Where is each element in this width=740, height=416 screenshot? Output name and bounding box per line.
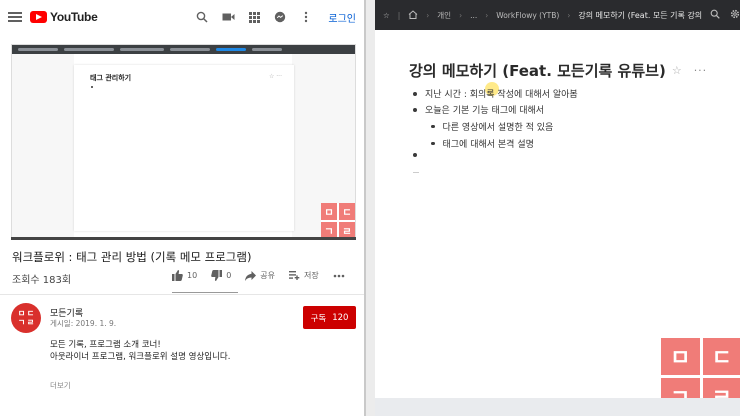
youtube-logo[interactable]: YouTube <box>30 10 98 24</box>
show-more-button[interactable]: 더보기 <box>50 380 71 391</box>
thumbs-down-icon <box>211 270 223 281</box>
taskbar-strip <box>375 398 740 416</box>
thumbs-up-icon <box>172 270 183 281</box>
save-button[interactable]: 저장 <box>289 270 319 281</box>
page-title[interactable]: 강의 메모하기 (Feat. 모든기록 유튜브) ☆ ··· <box>409 60 707 81</box>
publish-date: 게시일: 2019. 1. 9. <box>50 319 117 328</box>
description-line: 모든 기록, 프로그램 소개 코너! <box>50 340 161 350</box>
view-count: 조회수 183회 <box>12 275 72 286</box>
camera-icon[interactable] <box>220 9 236 25</box>
add-to-playlist-icon <box>289 271 300 280</box>
more-options-icon[interactable]: ··· <box>694 64 708 77</box>
login-button[interactable]: 로그인 <box>328 10 356 25</box>
video-progress-bar[interactable] <box>11 237 356 240</box>
player-watermark: ㅁ ㄷ ㄱ ㄹ <box>321 203 355 239</box>
share-icon <box>245 270 257 281</box>
dislike-count: 0 <box>226 271 232 280</box>
youtube-panel: YouTube 로그인 태그 관리하기 ☆ ··· ㅁ ㄷ ㄱ ㄹ 워크플로위 … <box>0 0 364 416</box>
youtube-play-icon <box>30 11 47 23</box>
bullet-icon[interactable] <box>413 91 417 96</box>
player-inner-title: 태그 관리하기 <box>90 74 132 82</box>
workflowy-topbar: ☆ | › 개인 › ... › WorkFlowy (YTB) › 강의 메모… <box>375 0 740 30</box>
like-ratio-bar <box>172 292 238 293</box>
search-icon[interactable] <box>194 9 210 25</box>
star-icon[interactable]: ☆ <box>672 64 682 77</box>
list-item-text[interactable]: 다른 영상에서 설명한 적 있음 <box>443 120 554 133</box>
bullet-icon[interactable] <box>431 124 435 129</box>
menu-icon[interactable] <box>8 12 22 22</box>
youtube-logo-text: YouTube <box>50 10 98 24</box>
bullet-icon[interactable] <box>431 141 435 146</box>
player-star-icon: ☆ ··· <box>268 73 282 80</box>
home-icon[interactable] <box>408 9 418 21</box>
channel-avatar[interactable]: ㅁ ㄷ ㄱ ㄹ <box>11 303 41 333</box>
list-item[interactable]: 오늘은 기본 기능 태그에 대해서 <box>413 103 544 116</box>
breadcrumb-current: 강의 메모하기 (Feat. 모든 기록 강의 <box>578 10 703 20</box>
breadcrumb-personal[interactable]: 개인 <box>437 10 451 21</box>
subscribe-label: 구독 <box>310 313 327 324</box>
list-item[interactable]: 지난 시간 : 회의록 작성에 대해서 알아봄 <box>413 87 578 100</box>
star-icon[interactable]: ☆ <box>383 11 390 20</box>
workflowy-panel: ☆ | › 개인 › ... › WorkFlowy (YTB) › 강의 메모… <box>375 0 740 416</box>
player-bullet <box>91 86 93 88</box>
search-icon[interactable] <box>710 9 720 21</box>
like-count: 10 <box>187 271 198 280</box>
empty-line <box>413 172 419 173</box>
list-item-text[interactable]: 지난 시간 : 회의록 작성에 대해서 알아봄 <box>425 87 578 100</box>
save-label: 저장 <box>304 271 319 280</box>
window-divider[interactable] <box>364 0 366 416</box>
dislike-button[interactable]: 0 <box>211 270 231 281</box>
divider <box>0 294 364 295</box>
share-label: 공유 <box>260 271 276 280</box>
bullet-icon[interactable] <box>413 107 417 112</box>
video-title: 워크플로위 : 태그 관리 방법 (기록 메모 프로그램) <box>12 250 252 264</box>
list-item[interactable]: 다른 영상에서 설명한 적 있음 <box>431 120 553 133</box>
player-content: 태그 관리하기 ☆ ··· <box>74 65 294 231</box>
screen: YouTube 로그인 태그 관리하기 ☆ ··· ㅁ ㄷ ㄱ ㄹ 워크플로위 … <box>0 0 740 416</box>
video-player[interactable]: 태그 관리하기 ☆ ··· ㅁ ㄷ ㄱ ㄹ <box>11 44 356 240</box>
subscribe-button[interactable]: 구독 120 <box>303 306 356 329</box>
apps-icon[interactable] <box>246 9 262 25</box>
breadcrumb-ellipsis[interactable]: ... <box>470 11 477 20</box>
page-title-text[interactable]: 강의 메모하기 (Feat. 모든기록 유튜브) <box>409 60 666 81</box>
like-button[interactable]: 10 <box>172 270 197 281</box>
video-actions: 10 0 공유 저장 <box>172 270 345 293</box>
subscriber-count: 120 <box>332 312 349 323</box>
list-item-text[interactable]: 태그에 대해서 본격 설명 <box>443 137 534 150</box>
list-item[interactable] <box>413 153 425 157</box>
bullet-icon[interactable] <box>413 153 417 157</box>
video-description: 모든 기록, 프로그램 소개 코너! 아웃라이너 프로그램, 워크플로위 설명 … <box>50 339 230 363</box>
more-icon[interactable] <box>298 9 314 25</box>
settings-gear-icon[interactable] <box>730 9 740 21</box>
list-item-text[interactable]: 오늘은 기본 기능 태그에 대해서 <box>425 103 544 116</box>
more-actions-button[interactable] <box>333 274 345 278</box>
share-button[interactable]: 공유 <box>245 270 275 281</box>
breadcrumb-workflowy-ytb[interactable]: WorkFlowy (YTB) <box>496 11 559 20</box>
description-line: 아웃라이너 프로그램, 워크플로위 설명 영상입니다. <box>50 352 231 362</box>
list-item[interactable]: 태그에 대해서 본격 설명 <box>431 137 534 150</box>
youtube-topbar: YouTube 로그인 <box>0 0 364 34</box>
player-browser-bar <box>12 45 355 54</box>
more-horizontal-icon <box>333 274 345 277</box>
chat-icon[interactable] <box>272 9 288 25</box>
